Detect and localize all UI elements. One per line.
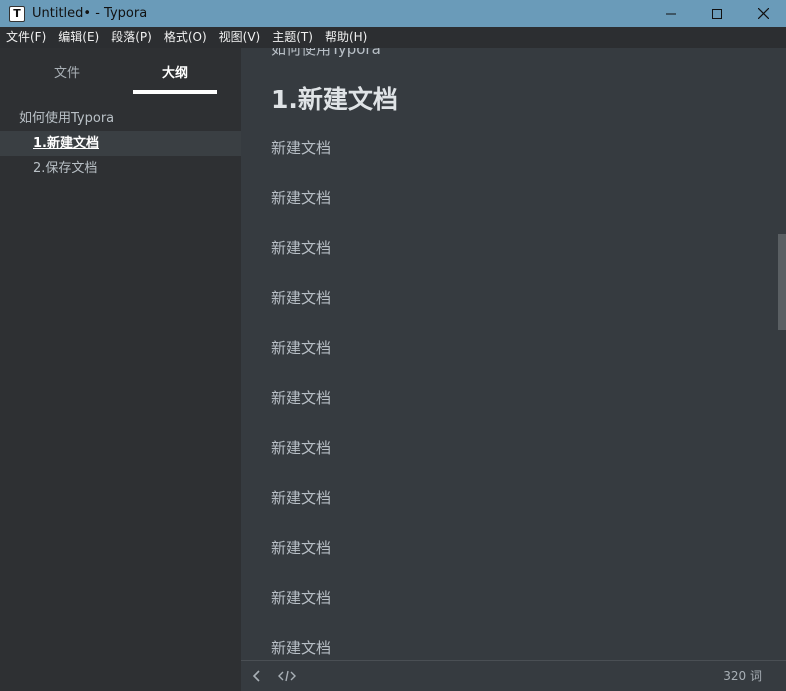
editor-paragraph: 新建文档	[271, 389, 332, 407]
close-button[interactable]	[740, 0, 786, 27]
editor-paragraph: 新建文档	[271, 589, 332, 607]
tab-files[interactable]: 文件	[25, 62, 109, 81]
maximize-icon	[712, 8, 722, 19]
editor-paragraph: 新建文档	[271, 489, 332, 507]
editor-paragraph: 新建文档	[271, 189, 332, 207]
menu-help[interactable]: 帮助(H)	[319, 27, 373, 48]
active-tab-indicator	[133, 90, 217, 94]
editor-heading: 1.新建文档	[271, 85, 398, 114]
word-count[interactable]: 320 词	[723, 667, 762, 684]
maximize-button[interactable]	[694, 0, 740, 27]
window-title: Untitled• - Typora	[32, 6, 148, 21]
outline-item-how-to-use[interactable]: 如何使用Typora	[0, 106, 241, 131]
menu-edit[interactable]: 编辑(E)	[52, 27, 105, 48]
minimize-button[interactable]	[648, 0, 694, 27]
chevron-left-icon[interactable]	[251, 669, 263, 683]
editor-area[interactable]: 如何使用Typora 1.新建文档 新建文档 新建文档 新建文档 新建文档 新建…	[241, 48, 786, 660]
editor-heading-partial: 如何使用Typora	[271, 48, 381, 58]
menu-view[interactable]: 视图(V)	[213, 27, 267, 48]
window-controls	[648, 0, 786, 27]
menu-bar: 文件(F) 编辑(E) 段落(P) 格式(O) 视图(V) 主题(T) 帮助(H…	[0, 27, 786, 48]
editor-paragraph: 新建文档	[271, 439, 332, 457]
editor-paragraph: 新建文档	[271, 339, 332, 357]
sidebar: 文件 大纲 如何使用Typora 1.新建文档 2.保存文档	[0, 48, 241, 691]
menu-paragraph[interactable]: 段落(P)	[105, 27, 158, 48]
editor-paragraph: 新建文档	[271, 139, 332, 157]
code-icon[interactable]	[278, 669, 296, 683]
outline-list: 如何使用Typora 1.新建文档 2.保存文档	[0, 106, 241, 181]
editor-paragraph: 新建文档	[271, 639, 332, 657]
editor-paragraph: 新建文档	[271, 289, 332, 307]
menu-theme[interactable]: 主题(T)	[266, 27, 319, 48]
editor-paragraphs: 新建文档 新建文档 新建文档 新建文档 新建文档 新建文档 新建文档 新建文档 …	[271, 136, 331, 660]
sidebar-tabs: 文件 大纲	[0, 48, 241, 96]
scrollbar-thumb[interactable]	[778, 234, 786, 330]
minimize-icon	[666, 13, 676, 14]
menu-file[interactable]: 文件(F)	[0, 27, 52, 48]
outline-item-new-document[interactable]: 1.新建文档	[0, 131, 241, 156]
tab-outline[interactable]: 大纲	[133, 62, 217, 81]
typora-app-icon: T	[9, 5, 25, 22]
status-bar: 320 词	[241, 660, 786, 691]
editor-paragraph: 新建文档	[271, 539, 332, 557]
editor-paragraph: 新建文档	[271, 239, 332, 257]
menu-format[interactable]: 格式(O)	[158, 27, 213, 48]
close-icon	[757, 8, 769, 19]
title-bar: T Untitled• - Typora	[0, 0, 786, 27]
outline-item-save-document[interactable]: 2.保存文档	[0, 156, 241, 181]
